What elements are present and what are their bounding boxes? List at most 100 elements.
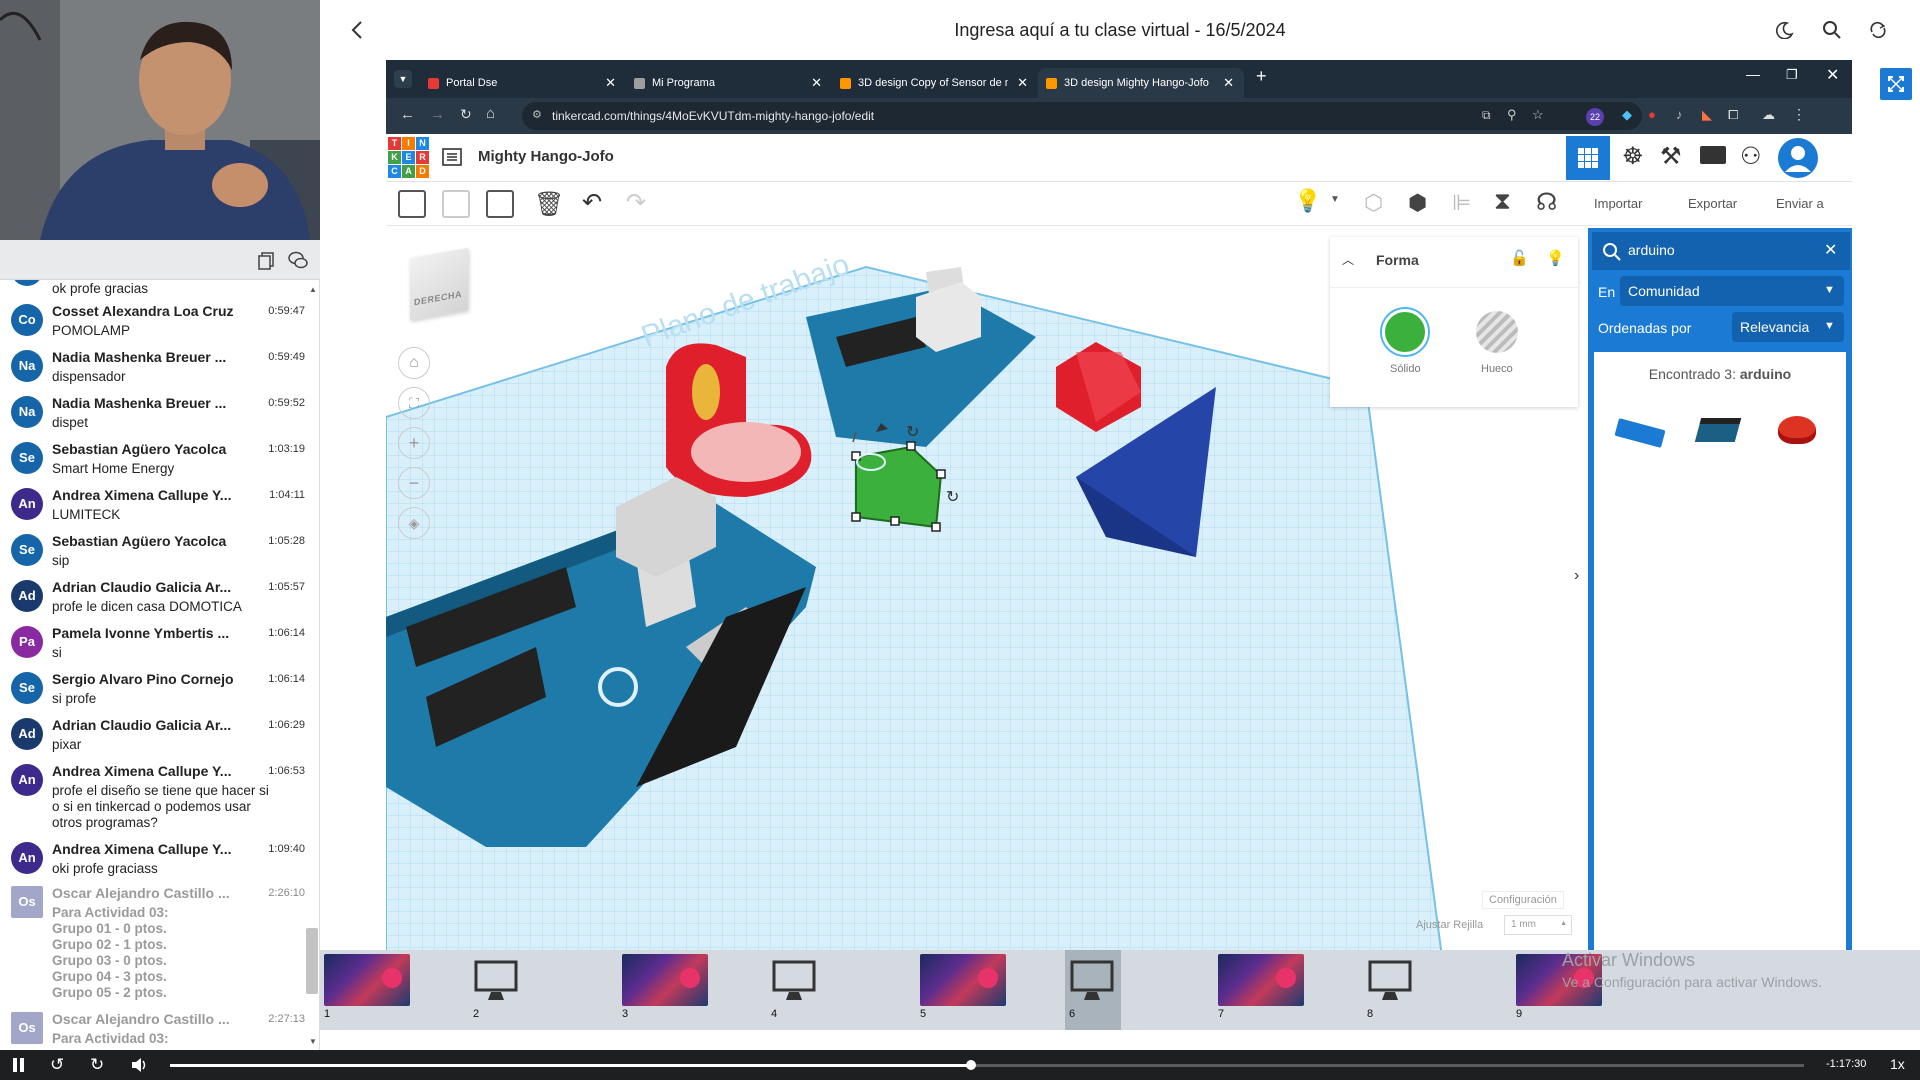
result-arduino-3[interactable] [1778,416,1816,444]
lock-icon[interactable]: 🔓 [1510,249,1529,267]
slide-thumbnail[interactable] [1367,954,1413,1006]
bricks-icon[interactable] [1700,146,1726,164]
tab-list-button[interactable]: ▼ [394,70,412,88]
result-arduino-2[interactable] [1694,418,1742,442]
cruise-icon[interactable]: ☊ [1536,188,1557,217]
undo-icon[interactable]: ↶ [582,188,602,217]
extension-icon[interactable]: ◆ [1622,107,1632,123]
panel-toggle-arrow-icon[interactable]: › [1574,567,1579,585]
chevron-down-icon[interactable]: ▼ [1330,194,1340,205]
collapse-chevron-icon[interactable]: ︿ [1342,251,1354,268]
pause-icon[interactable] [20,1058,24,1072]
slide-thumbnail[interactable] [1069,954,1115,1006]
slide-thumbnail[interactable] [771,954,817,1006]
design-list-icon[interactable] [442,148,462,166]
moon-icon[interactable] [1776,21,1794,39]
add-user-icon[interactable]: ⚇ [1740,142,1762,171]
paste-button[interactable] [442,190,470,218]
forward-icon[interactable]: ↻ [90,1055,104,1075]
mirror-icon[interactable]: ⧗ [1494,188,1511,216]
puzzle-icon[interactable]: ⧠ [1728,107,1738,123]
pause-icon[interactable] [13,1058,17,1072]
tinkercad-logo[interactable]: TIN KER CAD [388,137,430,179]
scroll-down-icon[interactable]: ▼ [309,1037,317,1046]
zoom-out-button[interactable]: − [398,467,430,499]
progress-track[interactable] [170,1060,1804,1070]
close-tab-icon[interactable]: ✕ [1017,68,1028,98]
new-tab-button[interactable]: + [1256,66,1267,87]
browser-tab[interactable]: Mi Programa ✕ [626,68,832,98]
refresh-icon[interactable] [1868,20,1888,40]
slide-thumbnail[interactable] [473,954,519,1006]
scrollbar-thumb[interactable] [306,928,318,994]
extension-icon[interactable]: ◣ [1702,107,1712,123]
design-name[interactable]: Mighty Hango-Jofo [478,148,614,165]
menu-icon[interactable]: ⋮ [1792,106,1806,123]
bulb-icon[interactable]: 💡 [1546,249,1565,267]
browser-tab[interactable]: 3D design Mighty Hango-Jofo ✕ [1038,68,1244,98]
restore-icon[interactable]: ❐ [1786,67,1798,83]
close-tab-icon[interactable]: ✕ [1223,68,1234,98]
shape-icon[interactable]: ⬡ [1364,190,1383,216]
reload-icon[interactable]: ↻ [460,106,472,123]
chat-scrollbar[interactable]: ▲ ▼ [306,285,318,1050]
delete-icon[interactable]: 🗑 [534,190,564,219]
home-icon[interactable]: ⌂ [486,105,495,122]
send-to-button[interactable]: Enviar a [1776,196,1824,211]
copy-icon[interactable] [258,252,274,270]
slide-thumbnail[interactable] [920,954,1006,1006]
hole-option[interactable] [1476,311,1518,353]
perspective-button[interactable]: ◈ [398,507,430,539]
solid-option[interactable] [1382,309,1428,355]
light-bulb-icon[interactable]: 💡 [1294,188,1321,214]
forward-arrow-icon[interactable]: → [430,106,445,123]
progress-handle[interactable] [965,1060,976,1070]
3d-view-button[interactable] [1566,136,1610,180]
close-tab-icon[interactable]: ✕ [605,68,616,98]
install-icon[interactable]: ⧉ [1482,108,1491,123]
profile-icon[interactable]: ☁ [1762,107,1775,123]
settings-button[interactable]: Configuración [1482,891,1564,909]
avatar[interactable] [1778,138,1818,178]
record-icon[interactable]: ● [1648,107,1656,122]
pickaxe-icon[interactable]: ⚒ [1660,142,1682,171]
address-bar[interactable]: ⚙ tinkercad.com/things/4MoEvKVUTdm-might… [522,102,1642,130]
browser-tab[interactable]: Portal Dse ✕ [420,68,626,98]
duplicate-button[interactable] [486,190,514,218]
slide-thumbnail[interactable] [1218,954,1304,1006]
redo-icon[interactable]: ↷ [626,188,646,217]
close-tab-icon[interactable]: ✕ [811,68,822,98]
scroll-up-icon[interactable]: ▲ [309,285,317,294]
result-arduino-1[interactable] [1614,418,1666,448]
extension-badge[interactable]: 22 [1586,108,1604,126]
fit-view-button[interactable]: ⛶ [398,387,430,419]
copy-button[interactable] [398,190,426,218]
align-icon[interactable]: ⊫ [1452,190,1471,216]
zoom-in-button[interactable]: + [398,427,430,459]
site-info-icon[interactable]: ⚙ [532,108,542,121]
home-view-button[interactable]: ⌂ [398,347,430,379]
minimize-icon[interactable]: — [1746,66,1760,82]
bookmark-star-icon[interactable]: ☆ [1532,107,1544,123]
group-icon[interactable]: ⬢ [1408,190,1427,216]
circuits-icon[interactable]: ☸ [1622,142,1644,171]
slide-thumbnail[interactable] [622,954,708,1006]
search-bar[interactable]: arduino ✕ [1592,232,1850,270]
volume-icon[interactable] [130,1057,148,1073]
rewind-icon[interactable]: ↺ [50,1055,64,1075]
import-button[interactable]: Importar [1594,196,1642,211]
back-arrow-icon[interactable]: ← [400,106,415,123]
export-button[interactable]: Exportar [1688,196,1737,211]
browser-tab[interactable]: 3D design Copy of Sensor de m ✕ [832,68,1038,98]
workplane-viewport[interactable]: Plano de trabajo ↻ ↻ DERECHA ⌂ ⛶ + − ◈ ︿… [386,227,1586,950]
clear-search-icon[interactable]: ✕ [1824,240,1837,260]
fullscreen-button[interactable] [1880,68,1912,100]
close-window-icon[interactable]: ✕ [1826,65,1839,85]
zoom-icon[interactable]: ⚲ [1507,107,1517,123]
search-in-select[interactable]: Comunidad ▼ [1620,276,1844,306]
mic-icon[interactable]: ♪ [1676,107,1683,122]
search-input[interactable]: arduino [1628,242,1675,258]
chat-bubbles-icon[interactable] [288,251,308,269]
view-cube[interactable]: DERECHA [410,247,468,321]
slide-thumbnail[interactable] [324,954,410,1006]
